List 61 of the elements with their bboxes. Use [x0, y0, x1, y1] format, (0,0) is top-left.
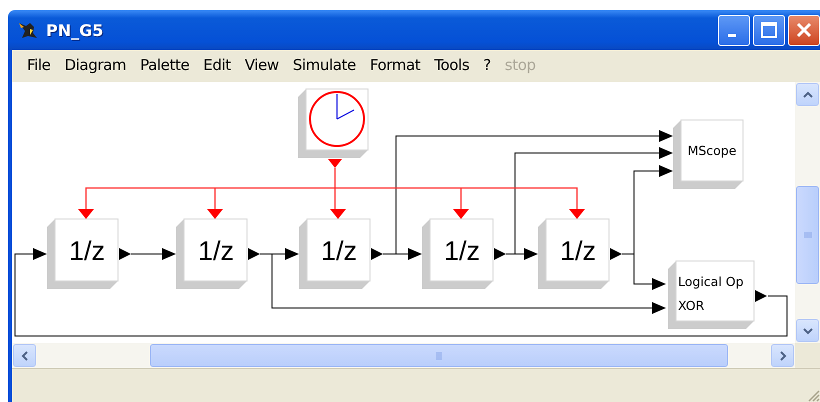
input-port: [659, 147, 673, 159]
scroll-up-button[interactable]: [796, 83, 819, 106]
maximize-icon: [760, 21, 778, 39]
block-label: MScope: [688, 143, 736, 158]
block-label: 1/z: [198, 236, 234, 266]
maximize-button[interactable]: [753, 14, 785, 46]
scroll-left-button[interactable]: [13, 344, 36, 367]
menu-item[interactable]: Tools: [427, 54, 476, 76]
input-port: [659, 165, 673, 177]
window-title: PN_G5: [46, 20, 104, 40]
block-label: 1/z: [444, 236, 480, 266]
menu-item[interactable]: Palette: [133, 54, 196, 76]
menu-item[interactable]: Edit: [196, 54, 238, 76]
input-port: [652, 278, 666, 290]
input-port: [162, 248, 176, 260]
chevron-icon: [802, 326, 812, 336]
grip-icon: [802, 230, 812, 240]
minimize-icon: [728, 34, 736, 36]
menu-item[interactable]: Format: [362, 54, 428, 76]
input-port: [33, 248, 47, 260]
input-port: [524, 248, 538, 260]
chevron-icon: [802, 90, 812, 100]
input-port: [285, 248, 299, 260]
clock-icon: [309, 91, 365, 147]
chevron-icon: [778, 350, 788, 360]
menu-item[interactable]: Simulate: [286, 54, 363, 76]
grip-icon: [434, 350, 444, 360]
resize-grip-icon[interactable]: [806, 388, 820, 402]
scroll-thumb[interactable]: [150, 344, 728, 367]
delay-block: [47, 218, 118, 289]
output-port: [248, 248, 260, 260]
menu-item[interactable]: File: [20, 54, 58, 76]
clock-block: [298, 88, 368, 158]
output-port: [494, 248, 506, 260]
delay-block: [299, 218, 370, 289]
menu-item[interactable]: Diagram: [58, 54, 134, 76]
close-icon: [795, 21, 813, 39]
menu-item[interactable]: View: [238, 54, 286, 76]
menu-item[interactable]: ?: [476, 54, 498, 76]
block-label: 1/z: [68, 236, 106, 266]
block-label: 1/z: [560, 236, 596, 266]
output-port: [119, 248, 131, 260]
output-port: [610, 248, 622, 260]
scroll-thumb[interactable]: [796, 186, 819, 284]
scroll-right-button[interactable]: [771, 344, 794, 367]
block-label: XOR: [678, 298, 704, 313]
minimize-button[interactable]: [718, 14, 750, 46]
input-port: [652, 302, 666, 314]
scope-block: [673, 120, 744, 189]
input-port: [659, 130, 673, 142]
delay-block: [422, 218, 494, 289]
output-port: [371, 248, 383, 260]
block-label: 1/z: [320, 236, 358, 266]
input-port: [408, 248, 422, 260]
chevron-icon: [20, 350, 30, 360]
delay-block: [538, 218, 610, 289]
output-port: [755, 290, 767, 302]
close-button[interactable]: [788, 14, 820, 46]
block-label: Logical Op: [678, 274, 744, 289]
delay-block: [176, 218, 248, 289]
scroll-down-button[interactable]: [796, 319, 819, 342]
